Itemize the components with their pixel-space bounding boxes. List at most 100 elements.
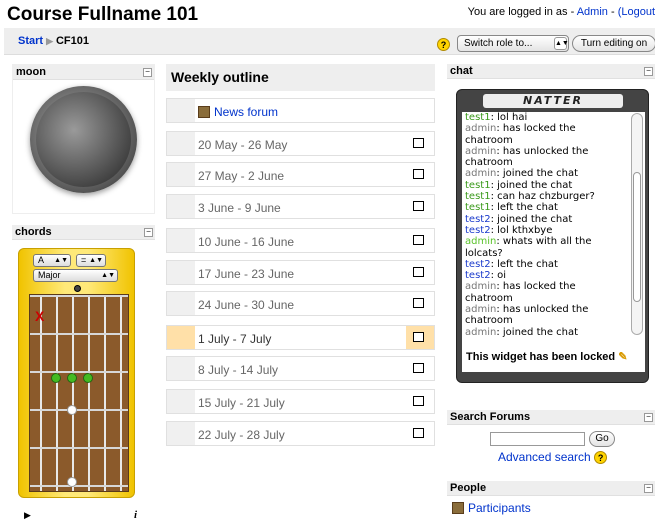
chords-block-header: chords − <box>12 225 155 240</box>
chat-scrollbar[interactable] <box>631 113 643 335</box>
show-only-week-icon[interactable] <box>413 138 424 148</box>
advanced-search: Advanced search ? <box>498 450 608 464</box>
chat-text: : joined the chat <box>496 326 579 337</box>
week-side <box>167 99 195 122</box>
collapse-icon[interactable]: − <box>644 67 653 76</box>
chat-message: admin: has unlocked the chatroom <box>465 146 625 169</box>
chords-widget: A ▲▼ = ▲▼ Major ▲▼ X <box>18 248 135 498</box>
search-input[interactable] <box>490 432 585 446</box>
user-link[interactable]: Admin <box>577 6 608 18</box>
people-block: People − Participants <box>447 481 655 526</box>
play-icon[interactable]: ▶ <box>24 510 31 521</box>
show-only-week-icon[interactable] <box>413 298 424 308</box>
chord-type-select[interactable]: Major ▲▼ <box>33 269 118 282</box>
chat-message: admin: whats with all the lolcats? <box>465 236 625 259</box>
moon-image <box>30 86 137 193</box>
chat-message: admin: has locked the chatroom <box>465 281 625 304</box>
advanced-search-link[interactable]: Advanced search <box>498 450 591 464</box>
show-only-week-icon[interactable] <box>413 396 424 406</box>
finger-dot <box>51 373 61 383</box>
help-icon[interactable]: ? <box>437 38 450 51</box>
chord-type-value: Major <box>38 270 61 280</box>
chat-username: test1 <box>465 179 491 191</box>
switch-role-select[interactable]: Switch role to... ▲▼ <box>457 35 569 52</box>
breadcrumb-current: CF101 <box>55 35 90 47</box>
chat-text: : joined the chat <box>490 213 573 225</box>
weekly-outline-title: Weekly outline <box>166 64 435 91</box>
show-only-week-icon[interactable] <box>413 201 424 211</box>
chord-accidental-value: = <box>81 255 87 265</box>
go-button[interactable]: Go <box>589 431 615 447</box>
fret <box>30 409 128 411</box>
week-label: 22 July - 28 July <box>198 428 285 442</box>
chat-username: admin <box>465 145 497 157</box>
collapse-icon[interactable]: − <box>644 484 653 493</box>
week-section: 15 July - 21 July <box>166 389 435 414</box>
week-side <box>167 163 195 186</box>
show-only-week-icon[interactable] <box>413 428 424 438</box>
news-forum-link[interactable]: News forum <box>214 105 278 119</box>
turn-editing-on-button[interactable]: Turn editing on <box>572 35 655 52</box>
news-forum-item[interactable]: News forum <box>198 105 278 119</box>
week-label: 10 June - 16 June <box>198 235 295 249</box>
chat-username: admin <box>465 304 497 316</box>
week-section: 27 May - 2 June <box>166 162 435 187</box>
guitar-string <box>104 295 106 491</box>
forum-icon <box>198 106 210 118</box>
show-only-week-icon[interactable] <box>413 363 424 373</box>
chord-accidental-select[interactable]: = ▲▼ <box>76 254 106 267</box>
collapse-icon[interactable]: − <box>144 228 153 237</box>
help-icon[interactable]: ? <box>594 451 608 464</box>
chat-text: : can haz chzburger? <box>490 191 595 203</box>
week-section: 22 July - 28 July <box>166 421 435 446</box>
week-side <box>167 261 195 284</box>
guitar-string <box>56 295 58 491</box>
chat-message: admin: has locked the chatroom <box>465 123 625 146</box>
current-week-section: 1 July - 7 July <box>166 325 435 350</box>
chat-message: test1: joined the chat <box>465 180 625 191</box>
week-label: 24 June - 30 June <box>198 298 295 312</box>
search-forums-title: Search Forums <box>450 411 531 423</box>
chat-username: test1 <box>465 202 491 214</box>
chat-text: : joined the chat <box>490 179 573 191</box>
chat-screen: test1: lol hai admin: has locked the chat… <box>462 112 645 372</box>
week-label: 17 June - 23 June <box>198 267 295 281</box>
breadcrumb-separator-icon: ▶ <box>46 36 53 46</box>
chat-username: admin <box>465 168 497 180</box>
week-section: 17 June - 23 June <box>166 260 435 285</box>
chord-key-value: A <box>38 255 45 265</box>
logout-link[interactable]: (Logout <box>618 6 655 18</box>
chat-message: test1: can haz chzburger? <box>465 191 625 202</box>
chat-text: : joined the chat <box>496 168 579 180</box>
chord-key-select[interactable]: A ▲▼ <box>33 254 71 267</box>
locked-message: This widget has been locked ✎ <box>466 350 627 363</box>
chat-username: test2 <box>465 224 491 236</box>
chat-text: : oi <box>490 270 507 282</box>
login-info: You are logged in as - Admin - (Logout <box>468 6 655 18</box>
week-side <box>167 229 195 252</box>
show-only-week-icon[interactable] <box>413 169 424 179</box>
collapse-icon[interactable]: − <box>644 413 653 422</box>
chat-text: : lol kthxbye <box>490 224 553 236</box>
search-forums-block: Search Forums − Go Advanced search ? <box>447 410 655 474</box>
participants-link[interactable]: Participants <box>468 501 531 515</box>
week-label: 8 July - 14 July <box>198 363 279 377</box>
chat-block: chat − NATTER test1: lol hai admin: has l… <box>447 64 655 401</box>
chat-message: test2: left the chat <box>465 259 625 270</box>
chat-username: test2 <box>465 213 491 225</box>
breadcrumb-start[interactable]: Start <box>18 35 43 47</box>
info-icon[interactable]: i <box>134 509 137 521</box>
select-arrows-icon: ▲▼ <box>54 257 68 264</box>
collapse-icon[interactable]: − <box>143 68 152 77</box>
chat-message: test2: lol kthxbye <box>465 225 625 236</box>
chat-username: test2 <box>465 258 491 270</box>
knob-icon[interactable] <box>74 285 81 292</box>
scrollbar-thumb[interactable] <box>633 172 641 302</box>
week-section: 24 June - 30 June <box>166 291 435 316</box>
guitar-string <box>40 295 42 491</box>
fretboard: X <box>29 294 129 492</box>
show-only-week-icon[interactable] <box>413 235 424 245</box>
show-only-week-icon[interactable] <box>413 267 424 277</box>
show-only-week-icon[interactable] <box>413 332 424 342</box>
week-side <box>167 326 195 349</box>
